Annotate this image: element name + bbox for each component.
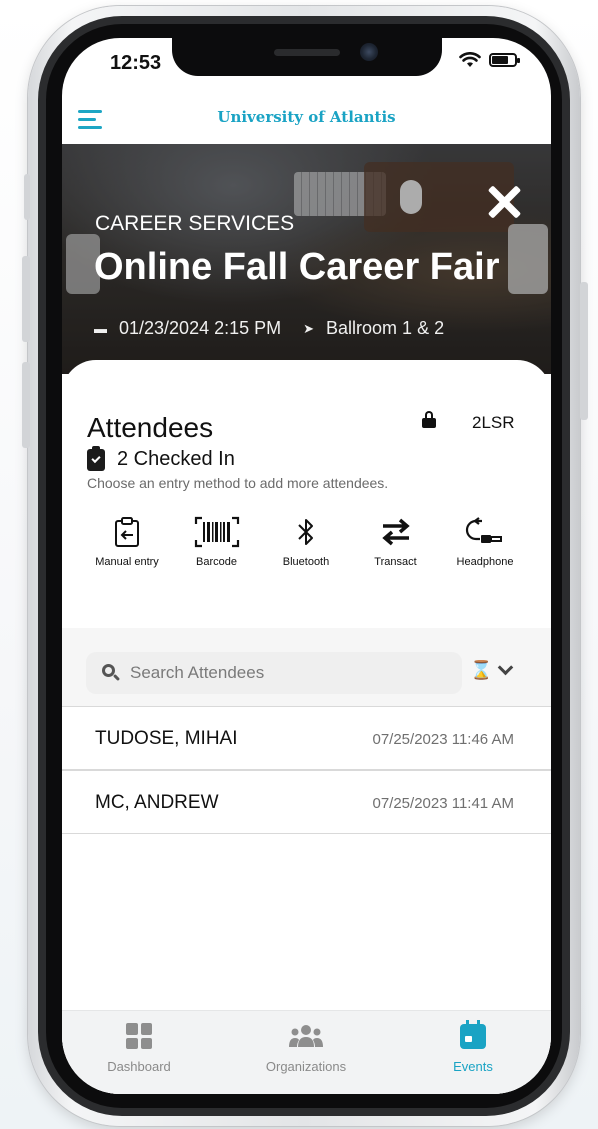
phone-notch (172, 38, 442, 76)
hourglass-icon: ⌛ (470, 659, 493, 680)
status-time: 12:53 (110, 52, 162, 74)
app-header: University of Atlantis (62, 98, 551, 144)
volume-down-button (22, 362, 30, 448)
attendee-name: TUDOSE, MIHAI (95, 728, 238, 749)
chevron-down-icon (498, 659, 514, 675)
transact-button[interactable]: Transact (355, 510, 437, 568)
calendar-icon: ▬ (94, 321, 107, 336)
search-input[interactable] (130, 652, 450, 694)
university-logo: University of Atlantis (217, 108, 396, 126)
clipboard-arrow-icon (115, 517, 139, 547)
headphone-button[interactable]: Headphone (444, 510, 526, 568)
bottom-tab-bar: Dashboard Organizations Events (62, 1010, 551, 1094)
bluetooth-icon (298, 519, 313, 545)
entry-hint: Choose an entry method to add more atten… (87, 475, 389, 491)
checked-in-row: 2 Checked In (87, 445, 235, 471)
power-button (580, 282, 588, 420)
battery-icon (489, 53, 520, 67)
attendee-time: 07/25/2023 11:41 AM (372, 795, 514, 812)
event-category: CAREER SERVICES (95, 212, 295, 235)
front-camera (360, 43, 378, 61)
bluetooth-button[interactable]: Bluetooth (265, 510, 347, 568)
tab-events[interactable]: Events (408, 1019, 538, 1074)
attendees-card: Attendees 2LSR 2 Checked In Choose an en… (62, 360, 551, 1094)
manual-entry-button[interactable]: Manual entry (86, 510, 168, 568)
calendar-icon (460, 1019, 486, 1049)
entry-methods: Manual entry Barcode Bluetooth Transact … (86, 510, 526, 568)
event-title: Online Fall Career Fair (94, 246, 500, 288)
filter-dropdown[interactable]: ⌛ (470, 654, 526, 686)
app-screen: 12:53 University of Atlantis CAREER SERV… (62, 38, 551, 1094)
tab-organizations[interactable]: Organizations (241, 1019, 371, 1074)
event-datetime: 01/23/2024 2:15 PM (119, 318, 282, 338)
search-area: ⌛ (62, 628, 551, 706)
mute-switch (24, 174, 30, 220)
close-icon[interactable] (486, 184, 522, 220)
transfer-arrows-icon (381, 518, 410, 546)
event-meta: ▬ 01/23/2024 2:15 PM ➤ Ballroom 1 & 2 (94, 318, 444, 339)
tab-dashboard[interactable]: Dashboard (74, 1019, 204, 1074)
clipboard-check-icon (87, 445, 105, 471)
attendee-time: 07/25/2023 11:46 AM (372, 731, 514, 748)
attendee-name: MC, ANDREW (95, 792, 219, 813)
lock-icon (422, 411, 436, 430)
status-icons (459, 52, 520, 68)
wifi-icon (459, 52, 481, 67)
attendee-row[interactable]: TUDOSE, MIHAI 07/25/2023 11:46 AM (62, 706, 551, 770)
search-box[interactable] (86, 652, 462, 694)
checked-in-count: 2 Checked In (117, 448, 235, 470)
attendee-row[interactable]: MC, ANDREW 07/25/2023 11:41 AM (62, 770, 551, 834)
search-icon (102, 664, 121, 682)
event-location: Ballroom 1 & 2 (326, 318, 445, 338)
location-arrow-icon: ➤ (303, 320, 315, 336)
earpiece-speaker (274, 49, 340, 56)
users-group-icon (289, 1025, 323, 1047)
volume-up-button (22, 256, 30, 342)
barcode-button[interactable]: Barcode (176, 510, 258, 568)
headphone-jack-icon (465, 517, 502, 543)
event-code: 2LSR (472, 413, 515, 432)
attendees-heading: Attendees (87, 412, 214, 443)
event-hero-banner: CAREER SERVICES Online Fall Career Fair … (62, 144, 551, 374)
dashboard-grid-icon (126, 1023, 152, 1049)
barcode-icon (194, 516, 239, 548)
